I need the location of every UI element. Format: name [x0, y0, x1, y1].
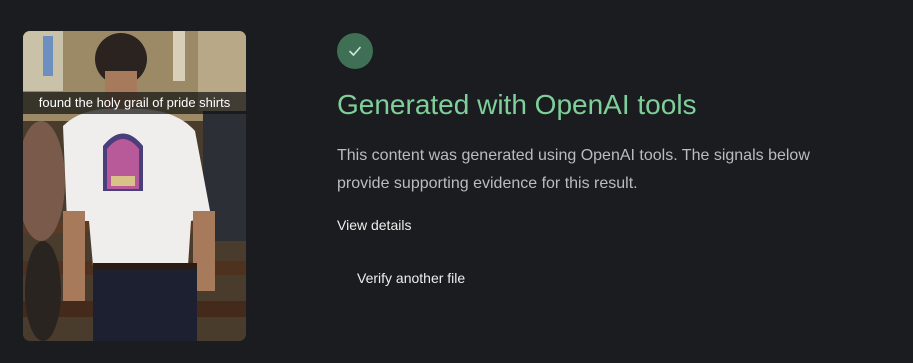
success-status-badge — [337, 33, 373, 69]
view-details-link[interactable]: View details — [337, 217, 411, 233]
image-caption: found the holy grail of pride shirts — [23, 92, 246, 114]
check-icon — [349, 46, 361, 56]
church-photo — [23, 31, 246, 341]
verify-another-file-button[interactable]: Verify another file — [337, 262, 485, 294]
result-title: Generated with OpenAI tools — [337, 89, 697, 120]
result-description: This content was generated using OpenAI … — [337, 147, 810, 192]
uploaded-image-thumbnail: found the holy grail of pride shirts — [23, 31, 246, 341]
